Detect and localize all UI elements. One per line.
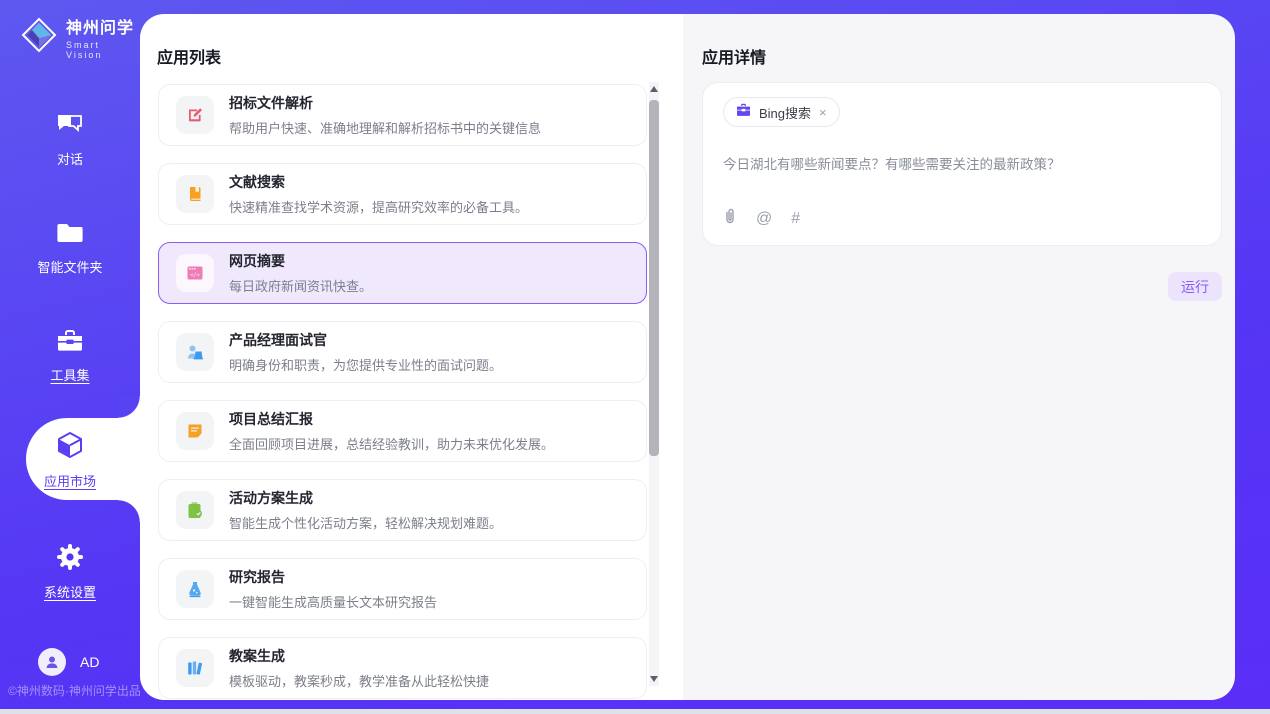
app-title: 网页摘要 <box>229 251 372 271</box>
book-icon <box>176 175 214 213</box>
sidebar-item-chat[interactable]: 对话 <box>0 112 140 169</box>
books-icon <box>176 649 214 687</box>
brand-name: 神州问学 <box>66 14 140 38</box>
svg-text:</>: </> <box>190 273 200 279</box>
brand-logo: 神州问学 Smart Vision <box>20 14 140 60</box>
user-account[interactable]: AD <box>38 648 99 676</box>
sidebar-item-toolset[interactable]: 工具集 <box>0 328 140 385</box>
app-desc: 帮助用户快速、准确地理解和解析招标书中的关键信息 <box>229 118 541 137</box>
app-desc: 智能生成个性化活动方案，轻松解决规划难题。 <box>229 513 502 532</box>
sidebar-item-label: 智能文件夹 <box>37 260 102 275</box>
scrollbar-thumb[interactable] <box>649 100 659 456</box>
user-name: AD <box>80 654 99 670</box>
sidebar-item-folders[interactable]: 智能文件夹 <box>0 220 140 277</box>
cube-icon <box>0 430 140 465</box>
app-card-project-summary[interactable]: 项目总结汇报 全面回顾项目进展，总结经验教训，助力未来优化发展。 <box>158 400 647 462</box>
app-title: 研究报告 <box>229 567 437 587</box>
sidebar-item-label: 对话 <box>57 152 83 167</box>
edit-square-icon <box>176 96 214 134</box>
app-card-bid-parsing[interactable]: 招标文件解析 帮助用户快速、准确地理解和解析招标书中的关键信息 <box>158 84 647 146</box>
attachment-toolbar: @ # <box>723 208 800 229</box>
scroll-up-icon[interactable] <box>650 86 658 92</box>
app-list-title: 应用列表 <box>157 44 221 68</box>
folder-icon <box>0 220 140 251</box>
gem-logo-icon <box>20 16 58 59</box>
app-title: 活动方案生成 <box>229 488 502 508</box>
app-detail-title: 应用详情 <box>702 44 766 68</box>
tool-chip-bing-search[interactable]: Bing搜索 × <box>723 97 840 127</box>
scrollbar[interactable] <box>649 82 659 686</box>
run-button[interactable]: 运行 <box>1168 272 1222 301</box>
app-desc: 每日政府新闻资讯快查。 <box>229 276 372 295</box>
sidebar: 神州问学 Smart Vision 对话 智能文件夹 工具集 <box>0 0 140 714</box>
paperclip-icon[interactable] <box>723 208 737 229</box>
copyright-footer: ©神州数码·神州问学出品 <box>8 682 141 699</box>
brand-subtitle: Smart Vision <box>66 40 140 60</box>
mention-icon[interactable]: @ <box>756 211 772 227</box>
tool-chip-label: Bing搜索 <box>759 103 811 122</box>
window-bottom-edge <box>0 709 1270 714</box>
app-desc: 明确身份和职责，为您提供专业性的面试问题。 <box>229 355 502 374</box>
note-icon <box>176 412 214 450</box>
gear-icon <box>0 543 140 576</box>
app-title: 招标文件解析 <box>229 93 541 113</box>
app-desc: 全面回顾项目进展，总结经验教训，助力未来优化发展。 <box>229 434 554 453</box>
interviewer-icon <box>176 333 214 371</box>
app-card-event-plan[interactable]: 活动方案生成 智能生成个性化活动方案，轻松解决规划难题。 <box>158 479 647 541</box>
briefcase-icon <box>736 103 751 122</box>
browser-code-icon: </> <box>176 254 214 292</box>
app-title: 项目总结汇报 <box>229 409 554 429</box>
toolbox-icon <box>0 328 140 359</box>
chat-icon <box>0 112 140 143</box>
sidebar-item-label: 工具集 <box>50 368 89 383</box>
app-card-pm-interviewer[interactable]: 产品经理面试官 明确身份和职责，为您提供专业性的面试问题。 <box>158 321 647 383</box>
sidebar-item-label: 应用市场 <box>44 474 96 489</box>
app-desc: 模板驱动，教案秒成，教学准备从此轻松快捷 <box>229 671 489 690</box>
app-card-research-report[interactable]: 研究报告 一键智能生成高质量长文本研究报告 <box>158 558 647 620</box>
app-desc: 快速精准查找学术资源，提高研究效率的必备工具。 <box>229 197 528 216</box>
sidebar-item-app-market[interactable]: 应用市场 <box>0 430 140 491</box>
sidebar-item-label: 系统设置 <box>44 585 96 600</box>
prompt-card: Bing搜索 × 今日湖北有哪些新闻要点？有哪些需要关注的最新政策？ @ # <box>702 82 1222 246</box>
sidebar-item-settings[interactable]: 系统设置 <box>0 543 140 602</box>
close-icon[interactable]: × <box>819 105 827 120</box>
query-text[interactable]: 今日湖北有哪些新闻要点？有哪些需要关注的最新政策？ <box>723 153 1201 173</box>
hashtag-icon[interactable]: # <box>791 211 800 227</box>
app-title: 文献搜索 <box>229 172 528 192</box>
research-icon <box>176 570 214 608</box>
user-avatar-icon <box>38 648 66 676</box>
app-desc: 一键智能生成高质量长文本研究报告 <box>229 592 437 611</box>
app-card-web-summary[interactable]: </> 网页摘要 每日政府新闻资讯快查。 <box>158 242 647 304</box>
scroll-down-icon[interactable] <box>650 676 658 682</box>
clipboard-check-icon <box>176 491 214 529</box>
app-title: 教案生成 <box>229 646 489 666</box>
app-detail-panel: 应用详情 Bing搜索 × 今日湖北有哪些新闻要点？有哪些需要关注的最新政策？ <box>683 14 1235 700</box>
app-list-panel: 应用列表 招标文件解析 帮助用户快速、准确地理解和解析招标书中的关键信息 <box>140 14 683 700</box>
app-card-list: 招标文件解析 帮助用户快速、准确地理解和解析招标书中的关键信息 文献搜索 快速精… <box>158 84 647 700</box>
app-card-lesson-plan[interactable]: 教案生成 模板驱动，教案秒成，教学准备从此轻松快捷 <box>158 637 647 699</box>
app-title: 产品经理面试官 <box>229 330 502 350</box>
app-card-literature-search[interactable]: 文献搜索 快速精准查找学术资源，提高研究效率的必备工具。 <box>158 163 647 225</box>
